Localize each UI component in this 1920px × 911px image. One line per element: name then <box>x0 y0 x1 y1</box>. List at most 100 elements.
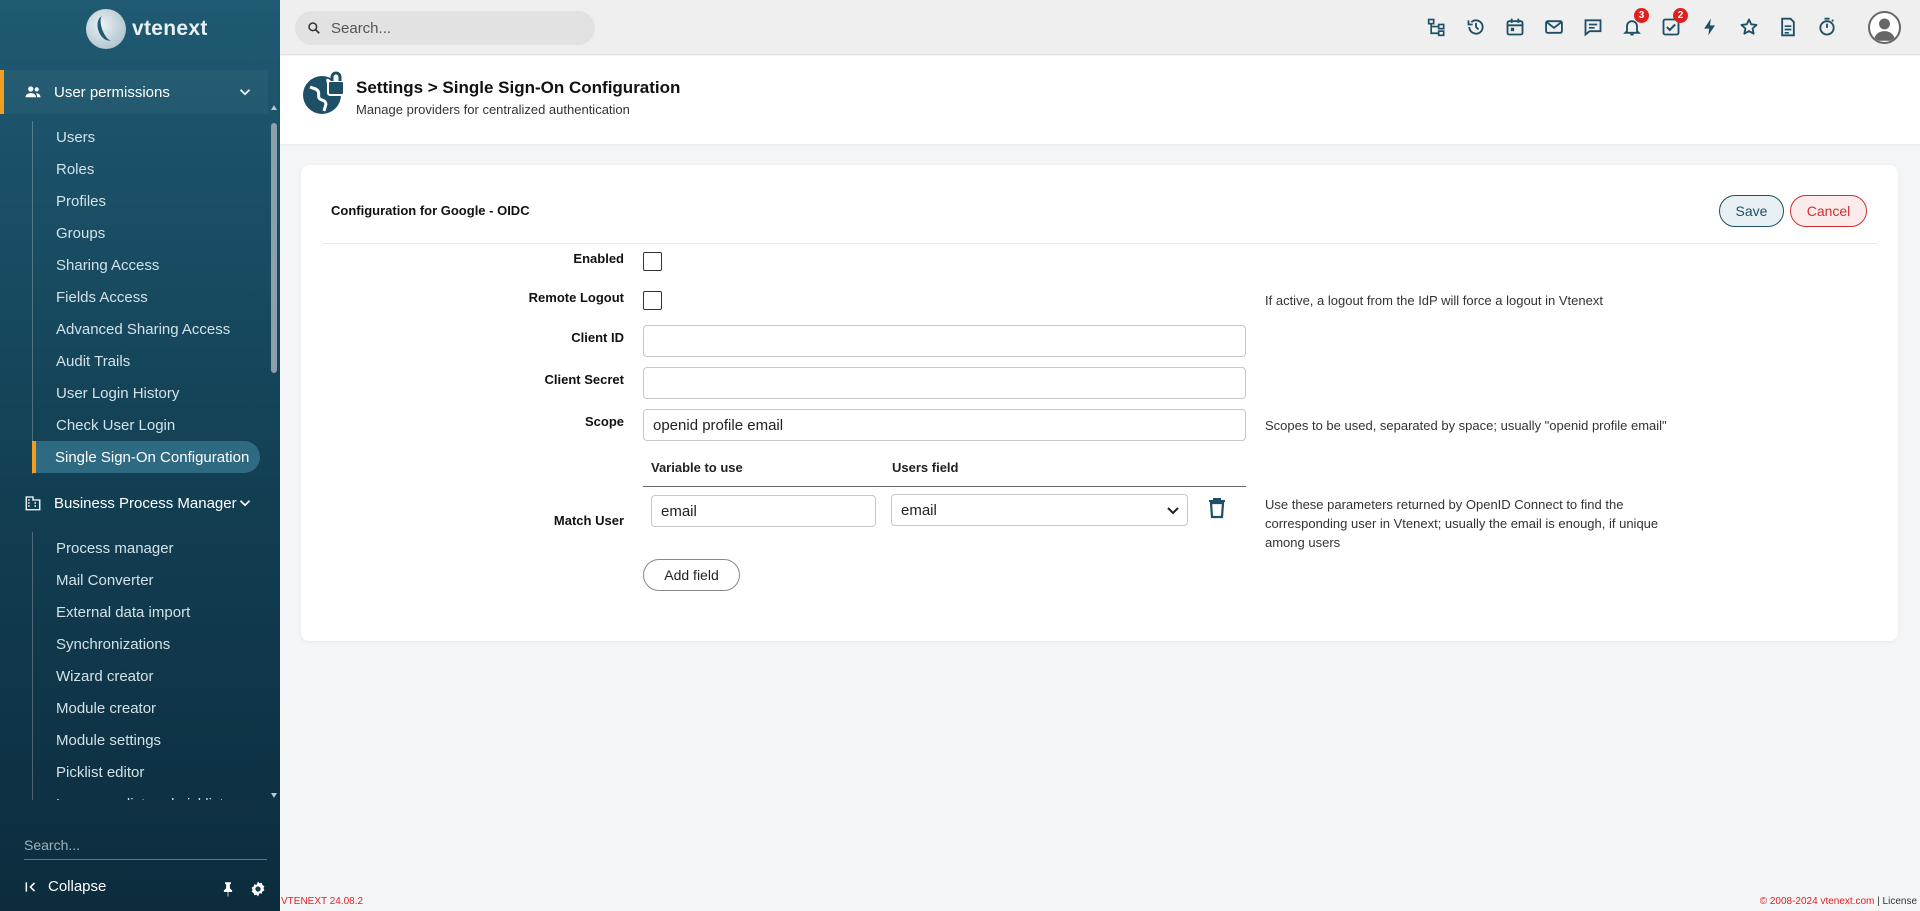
sidebar-item-sharing-access[interactable]: Sharing Access <box>33 249 260 281</box>
lightning-icon[interactable] <box>1699 16 1721 38</box>
sidebar-item-synchronizations[interactable]: Synchronizations <box>33 628 260 660</box>
sidebar-item-users[interactable]: Users <box>33 121 260 153</box>
sidebar-item-mail-converter[interactable]: Mail Converter <box>33 564 260 596</box>
page-header: Settings > Single Sign-On Configuration … <box>280 56 1920 144</box>
card-divider <box>323 243 1877 244</box>
scope-label: Scope <box>584 414 624 429</box>
logo-text: vtenext <box>132 17 208 40</box>
search-icon <box>308 22 320 34</box>
sidebar-item-groups[interactable]: Groups <box>33 217 260 249</box>
sidebar-item-process-manager[interactable]: Process manager <box>33 532 260 564</box>
sidebar-item-external-data-import[interactable]: External data import <box>33 596 260 628</box>
sidebar-item-profiles[interactable]: Profiles <box>33 185 260 217</box>
chat-icon[interactable] <box>1582 16 1604 38</box>
user-avatar[interactable] <box>1868 11 1901 44</box>
license-link[interactable]: License <box>1883 896 1917 907</box>
page-subtitle: Manage providers for centralized authent… <box>356 102 630 117</box>
document-icon[interactable] <box>1777 16 1799 38</box>
global-search[interactable] <box>295 11 595 45</box>
chevron-down-icon <box>239 500 251 507</box>
cancel-button[interactable]: Cancel <box>1790 195 1867 227</box>
sidebar-item-wizard-creator[interactable]: Wizard creator <box>33 660 260 692</box>
trash-icon[interactable] <box>1207 497 1227 519</box>
sidebar-item-check-user-login[interactable]: Check User Login <box>33 409 260 441</box>
gear-icon[interactable] <box>249 880 267 898</box>
match-user-help: Use these parameters returned by OpenID … <box>1265 497 1659 550</box>
scope-input[interactable] <box>643 409 1246 441</box>
sidebar-scrollbar[interactable] <box>270 103 278 800</box>
sidebar-section-user-permissions[interactable]: User permissions <box>0 70 268 114</box>
variable-column-header: Variable to use <box>651 460 743 475</box>
collapse-label: Collapse <box>48 878 107 895</box>
global-search-input[interactable] <box>331 19 571 37</box>
logo-mark-icon <box>86 9 126 49</box>
match-user-label: Match User <box>553 513 624 528</box>
sso-globe-lock-icon <box>303 71 345 114</box>
top-bar: 3 2 <box>280 0 1920 55</box>
match-user-divider <box>643 486 1246 487</box>
notifications-bell-icon[interactable]: 3 <box>1621 8 1649 38</box>
version-label: VTENEXT 24.08.2 <box>281 896 364 907</box>
remote-logout-help: If active, a logout from the IdP will fo… <box>1265 293 1603 308</box>
chevron-down-icon <box>1167 507 1179 515</box>
add-field-button[interactable]: Add field <box>643 559 740 591</box>
remote-logout-checkbox[interactable] <box>643 291 662 310</box>
tasks-check-icon[interactable]: 2 <box>1660 8 1688 38</box>
scrollbar-thumb[interactable] <box>271 123 277 373</box>
sidebar-item-picklist-editor[interactable]: Picklist editor <box>33 756 260 788</box>
sidebar-item-advanced-sharing-access[interactable]: Advanced Sharing Access <box>33 313 260 345</box>
users-field-select[interactable]: email <box>891 494 1188 526</box>
sidebar-item-language-picklist[interactable]: Language list and picklist <box>33 788 260 801</box>
page-title: Settings > Single Sign-On Configuration <box>356 78 681 97</box>
sidebar-item-audit-trails[interactable]: Audit Trails <box>33 345 260 377</box>
enabled-label: Enabled <box>573 251 624 266</box>
footer-separator: | <box>1874 896 1883 907</box>
calendar-icon[interactable] <box>1504 16 1526 38</box>
history-icon[interactable] <box>1465 16 1487 38</box>
notifications-badge: 3 <box>1634 8 1649 23</box>
app-logo[interactable]: vtenext <box>86 6 208 52</box>
sidebar-item-roles[interactable]: Roles <box>33 153 260 185</box>
tasks-badge: 2 <box>1673 8 1688 23</box>
collapse-icon <box>25 881 36 892</box>
footer-copyright: © 2008-2024 vtenext.com | License <box>1760 896 1917 907</box>
sidebar-item-sso-configuration[interactable]: Single Sign-On Configuration <box>32 441 260 473</box>
timer-icon[interactable] <box>1816 16 1838 38</box>
sidebar-item-fields-access[interactable]: Fields Access <box>33 281 260 313</box>
nav-group-business-process-manager: Process manager Mail Converter External … <box>32 532 260 800</box>
save-button[interactable]: Save <box>1719 195 1784 227</box>
sidebar-section-business-process-manager[interactable]: Business Process Manager <box>0 481 268 525</box>
client-id-label: Client ID <box>571 330 624 345</box>
sidebar-item-module-settings[interactable]: Module settings <box>33 724 260 756</box>
variable-input[interactable] <box>651 495 876 527</box>
nav-group-user-permissions: Users Roles Profiles Groups Sharing Acce… <box>32 121 260 474</box>
pin-icon[interactable] <box>219 880 237 898</box>
scroll-up-arrow[interactable] <box>271 105 277 110</box>
users-field-column-header: Users field <box>892 460 959 475</box>
mail-icon[interactable] <box>1543 16 1565 38</box>
enabled-checkbox[interactable] <box>643 252 662 271</box>
sidebar-item-user-login-history[interactable]: User Login History <box>33 377 260 409</box>
scroll-down-arrow[interactable] <box>271 793 277 798</box>
hierarchy-icon[interactable] <box>1426 16 1448 38</box>
chevron-down-icon <box>239 89 251 96</box>
users-icon <box>24 83 42 101</box>
sidebar-search-input[interactable] <box>24 830 267 860</box>
user-avatar-icon <box>1873 18 1896 41</box>
building-icon <box>24 494 42 512</box>
collapse-button[interactable]: Collapse <box>24 878 106 895</box>
remote-logout-label: Remote Logout <box>528 290 624 305</box>
sidebar: vtenext User permissions Users Roles Pro… <box>0 0 280 911</box>
client-secret-input[interactable] <box>643 367 1246 399</box>
sidebar-section-label: User permissions <box>54 83 170 101</box>
configuration-card <box>301 165 1898 641</box>
star-icon[interactable] <box>1738 16 1760 38</box>
client-id-input[interactable] <box>643 325 1246 357</box>
copyright-link[interactable]: © 2008-2024 vtenext.com <box>1760 896 1875 907</box>
card-title: Configuration for Google - OIDC <box>331 203 530 218</box>
sidebar-section-label: Business Process Manager <box>54 494 237 512</box>
sidebar-item-module-creator[interactable]: Module creator <box>33 692 260 724</box>
users-field-selected-value: email <box>901 501 937 519</box>
client-secret-label: Client Secret <box>544 372 624 387</box>
scope-help: Scopes to be used, separated by space; u… <box>1265 418 1667 433</box>
